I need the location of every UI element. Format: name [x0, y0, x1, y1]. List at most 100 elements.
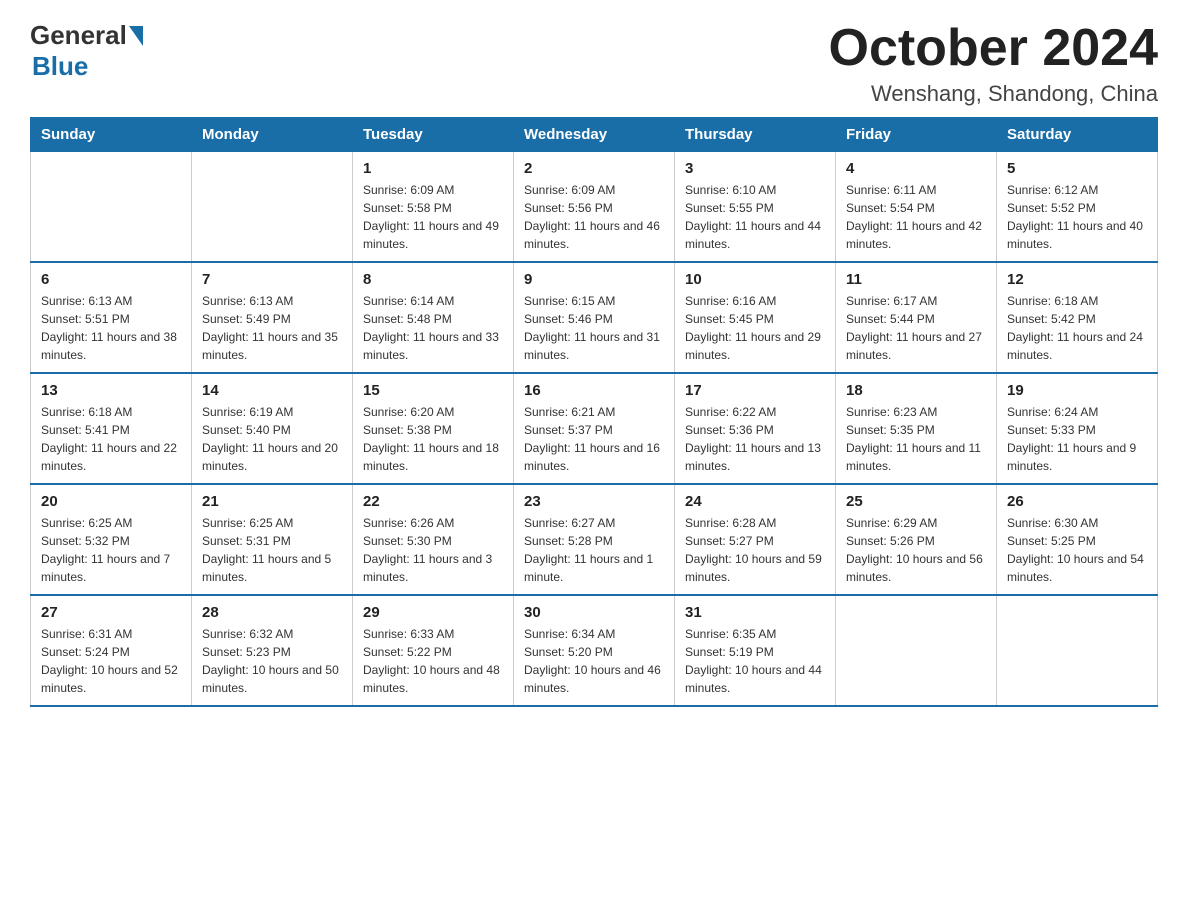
day-number: 14: [202, 382, 342, 399]
day-number: 19: [1007, 382, 1147, 399]
calendar-cell: 19 Sunrise: 6:24 AMSunset: 5:33 PMDayligh…: [997, 373, 1158, 484]
weekday-header-tuesday: Tuesday: [353, 118, 514, 152]
day-number: 7: [202, 271, 342, 288]
calendar-cell: 13Sunrise: 6:18 AMSunset: 5:41 PMDayligh…: [31, 373, 192, 484]
day-info: Sunrise: 6:09 AMSunset: 5:56 PMDaylight:…: [524, 181, 664, 253]
day-number: 30: [524, 604, 664, 621]
calendar-cell: [997, 595, 1158, 706]
weekday-header-monday: Monday: [192, 118, 353, 152]
day-number: 31: [685, 604, 825, 621]
calendar-cell: 12 Sunrise: 6:18 AMSunset: 5:42 PMDayligh…: [997, 262, 1158, 373]
day-number: 21: [202, 493, 342, 510]
day-number: 6: [41, 271, 181, 288]
calendar-cell: 25 Sunrise: 6:29 AMSunset: 5:26 PMDayligh…: [836, 484, 997, 595]
day-number: 2: [524, 160, 664, 177]
day-info: Sunrise: 6:23 AMSunset: 5:35 PMDaylight:…: [846, 403, 986, 475]
day-info: Sunrise: 6:19 AMSunset: 5:40 PMDaylight:…: [202, 403, 342, 475]
logo: General Blue: [30, 20, 145, 82]
day-number: 29: [363, 604, 503, 621]
day-number: 20: [41, 493, 181, 510]
day-number: 4: [846, 160, 986, 177]
calendar-cell: [31, 152, 192, 263]
weekday-header-saturday: Saturday: [997, 118, 1158, 152]
day-number: 10: [685, 271, 825, 288]
calendar-cell: [836, 595, 997, 706]
calendar-cell: 2 Sunrise: 6:09 AMSunset: 5:56 PMDaylight…: [514, 152, 675, 263]
day-number: 8: [363, 271, 503, 288]
calendar-cell: 26 Sunrise: 6:30 AMSunset: 5:25 PMDayligh…: [997, 484, 1158, 595]
calendar-cell: 9 Sunrise: 6:15 AMSunset: 5:46 PMDaylight…: [514, 262, 675, 373]
day-info: Sunrise: 6:34 AMSunset: 5:20 PMDaylight:…: [524, 625, 664, 697]
weekday-header-friday: Friday: [836, 118, 997, 152]
day-info: Sunrise: 6:26 AMSunset: 5:30 PMDaylight:…: [363, 514, 503, 586]
day-info: Sunrise: 6:25 AMSunset: 5:32 PMDaylight:…: [41, 514, 181, 586]
day-info: Sunrise: 6:20 AMSunset: 5:38 PMDaylight:…: [363, 403, 503, 475]
calendar-cell: 22 Sunrise: 6:26 AMSunset: 5:30 PMDayligh…: [353, 484, 514, 595]
day-info: Sunrise: 6:22 AMSunset: 5:36 PMDaylight:…: [685, 403, 825, 475]
weekday-header-row: SundayMondayTuesdayWednesdayThursdayFrid…: [31, 118, 1158, 152]
location-subtitle: Wenshang, Shandong, China: [829, 81, 1159, 107]
weekday-header-wednesday: Wednesday: [514, 118, 675, 152]
calendar-cell: 28Sunrise: 6:32 AMSunset: 5:23 PMDayligh…: [192, 595, 353, 706]
day-info: Sunrise: 6:18 AMSunset: 5:41 PMDaylight:…: [41, 403, 181, 475]
day-info: Sunrise: 6:09 AMSunset: 5:58 PMDaylight:…: [363, 181, 503, 253]
day-info: Sunrise: 6:35 AMSunset: 5:19 PMDaylight:…: [685, 625, 825, 697]
day-info: Sunrise: 6:13 AMSunset: 5:49 PMDaylight:…: [202, 292, 342, 364]
day-info: Sunrise: 6:14 AMSunset: 5:48 PMDaylight:…: [363, 292, 503, 364]
weekday-header-sunday: Sunday: [31, 118, 192, 152]
calendar-cell: 20 Sunrise: 6:25 AMSunset: 5:32 PMDayligh…: [31, 484, 192, 595]
logo-blue-text: Blue: [32, 51, 88, 82]
day-info: Sunrise: 6:18 AMSunset: 5:42 PMDaylight:…: [1007, 292, 1147, 364]
day-number: 3: [685, 160, 825, 177]
calendar-cell: 4 Sunrise: 6:11 AMSunset: 5:54 PMDaylight…: [836, 152, 997, 263]
day-info: Sunrise: 6:10 AMSunset: 5:55 PMDaylight:…: [685, 181, 825, 253]
day-number: 26: [1007, 493, 1147, 510]
calendar-week-row: 6 Sunrise: 6:13 AMSunset: 5:51 PMDaylight…: [31, 262, 1158, 373]
calendar-week-row: 20 Sunrise: 6:25 AMSunset: 5:32 PMDayligh…: [31, 484, 1158, 595]
calendar-cell: 7 Sunrise: 6:13 AMSunset: 5:49 PMDaylight…: [192, 262, 353, 373]
day-number: 12: [1007, 271, 1147, 288]
day-info: Sunrise: 6:33 AMSunset: 5:22 PMDaylight:…: [363, 625, 503, 697]
title-area: October 2024 Wenshang, Shandong, China: [829, 20, 1159, 107]
day-info: Sunrise: 6:29 AMSunset: 5:26 PMDaylight:…: [846, 514, 986, 586]
day-number: 25: [846, 493, 986, 510]
calendar-cell: 14 Sunrise: 6:19 AMSunset: 5:40 PMDayligh…: [192, 373, 353, 484]
calendar-cell: 30 Sunrise: 6:34 AMSunset: 5:20 PMDayligh…: [514, 595, 675, 706]
day-number: 17: [685, 382, 825, 399]
day-number: 1: [363, 160, 503, 177]
day-info: Sunrise: 6:13 AMSunset: 5:51 PMDaylight:…: [41, 292, 181, 364]
calendar-cell: 8 Sunrise: 6:14 AMSunset: 5:48 PMDaylight…: [353, 262, 514, 373]
calendar-cell: [192, 152, 353, 263]
weekday-header-thursday: Thursday: [675, 118, 836, 152]
calendar-cell: 29 Sunrise: 6:33 AMSunset: 5:22 PMDayligh…: [353, 595, 514, 706]
calendar-week-row: 13Sunrise: 6:18 AMSunset: 5:41 PMDayligh…: [31, 373, 1158, 484]
calendar-cell: 17 Sunrise: 6:22 AMSunset: 5:36 PMDayligh…: [675, 373, 836, 484]
calendar-cell: 15 Sunrise: 6:20 AMSunset: 5:38 PMDayligh…: [353, 373, 514, 484]
logo-general-text: General: [30, 20, 127, 51]
day-number: 9: [524, 271, 664, 288]
calendar-cell: 5Sunrise: 6:12 AMSunset: 5:52 PMDaylight…: [997, 152, 1158, 263]
day-number: 22: [363, 493, 503, 510]
day-number: 23: [524, 493, 664, 510]
day-info: Sunrise: 6:21 AMSunset: 5:37 PMDaylight:…: [524, 403, 664, 475]
calendar-cell: 27Sunrise: 6:31 AMSunset: 5:24 PMDayligh…: [31, 595, 192, 706]
day-info: Sunrise: 6:25 AMSunset: 5:31 PMDaylight:…: [202, 514, 342, 586]
calendar-week-row: 27Sunrise: 6:31 AMSunset: 5:24 PMDayligh…: [31, 595, 1158, 706]
day-info: Sunrise: 6:31 AMSunset: 5:24 PMDaylight:…: [41, 625, 181, 697]
day-info: Sunrise: 6:16 AMSunset: 5:45 PMDaylight:…: [685, 292, 825, 364]
day-info: Sunrise: 6:24 AMSunset: 5:33 PMDaylight:…: [1007, 403, 1147, 475]
calendar-cell: 24 Sunrise: 6:28 AMSunset: 5:27 PMDayligh…: [675, 484, 836, 595]
calendar-cell: 1 Sunrise: 6:09 AMSunset: 5:58 PMDaylight…: [353, 152, 514, 263]
calendar-cell: 16 Sunrise: 6:21 AMSunset: 5:37 PMDayligh…: [514, 373, 675, 484]
day-info: Sunrise: 6:28 AMSunset: 5:27 PMDaylight:…: [685, 514, 825, 586]
calendar-week-row: 1 Sunrise: 6:09 AMSunset: 5:58 PMDaylight…: [31, 152, 1158, 263]
day-info: Sunrise: 6:15 AMSunset: 5:46 PMDaylight:…: [524, 292, 664, 364]
month-title: October 2024: [829, 20, 1159, 77]
day-number: 16: [524, 382, 664, 399]
day-number: 11: [846, 271, 986, 288]
day-info: Sunrise: 6:32 AMSunset: 5:23 PMDaylight:…: [202, 625, 342, 697]
day-info: Sunrise: 6:30 AMSunset: 5:25 PMDaylight:…: [1007, 514, 1147, 586]
day-info: Sunrise: 6:11 AMSunset: 5:54 PMDaylight:…: [846, 181, 986, 253]
day-number: 15: [363, 382, 503, 399]
day-number: 24: [685, 493, 825, 510]
